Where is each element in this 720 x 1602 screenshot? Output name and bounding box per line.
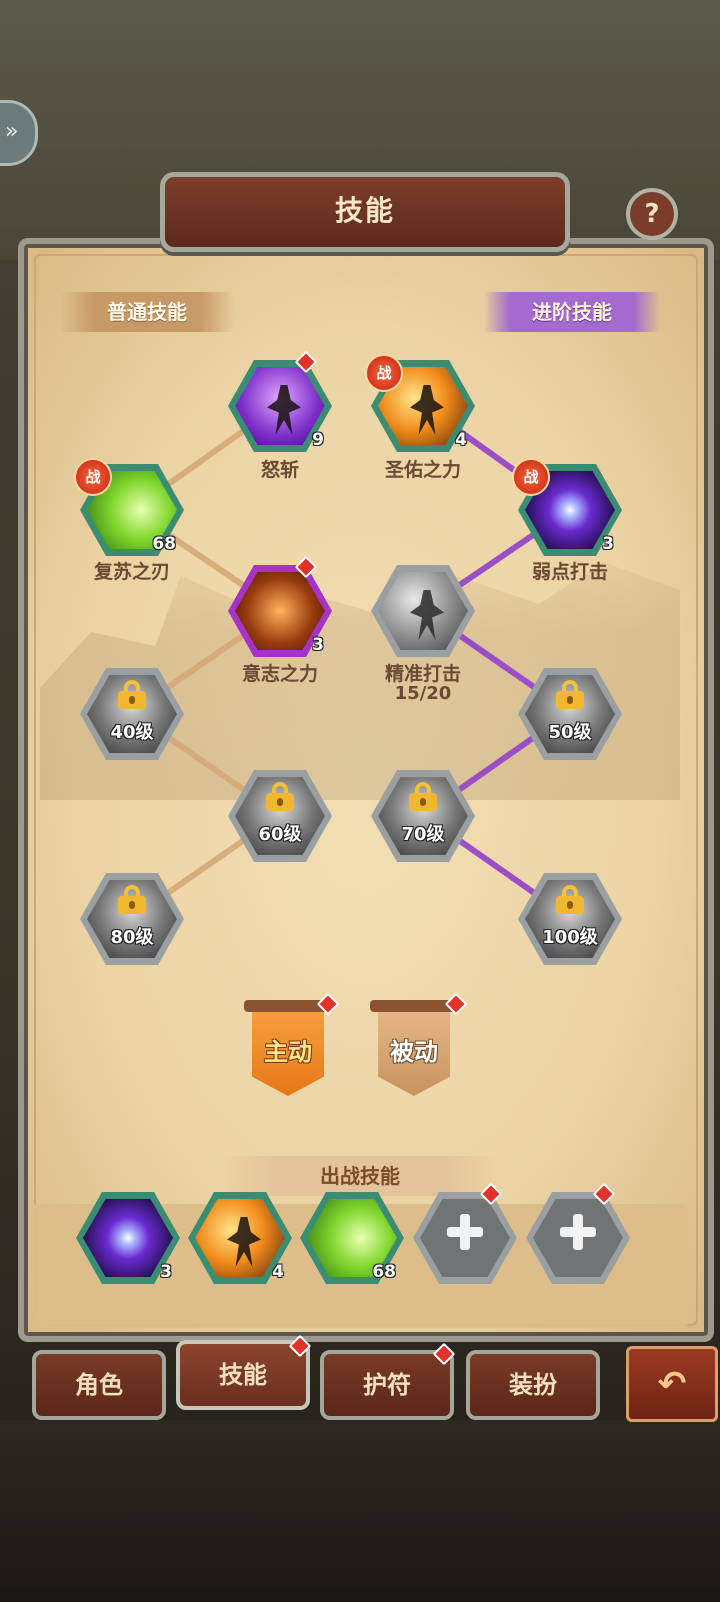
plus-icon (560, 1214, 596, 1250)
locked-skill-80[interactable]: 80级 (80, 873, 184, 965)
normal-skills-label: 普通技能 (107, 300, 187, 324)
battle-slot-4-empty[interactable] (413, 1182, 517, 1284)
page-title: 技能 (334, 194, 395, 227)
skill-fusu[interactable]: 68 战 (74, 458, 184, 556)
unlock-level: 100级 (542, 927, 598, 948)
battle-skills-header: 出战技能 (220, 1156, 500, 1196)
unlock-level: 60级 (258, 824, 302, 845)
skill-name: 精准打击 (384, 663, 461, 685)
unlock-level: 70级 (401, 824, 445, 845)
advanced-skills-label: 进阶技能 (532, 300, 612, 324)
skill-level: 4 (272, 1262, 284, 1282)
battle-slot-5-empty[interactable] (526, 1182, 630, 1284)
locked-skill-100[interactable]: 100级 (518, 873, 622, 965)
skill-level: 68 (152, 534, 176, 554)
back-button[interactable]: ↶ (626, 1346, 718, 1422)
locked-skill-70[interactable]: 70级 (371, 770, 475, 862)
question-icon: ? (644, 199, 660, 229)
background-ground (0, 1420, 720, 1602)
normal-skills-ribbon[interactable]: 普通技能 (60, 292, 234, 332)
help-button[interactable]: ? (626, 188, 678, 240)
lock-icon (266, 782, 294, 811)
skill-level: 4 (455, 430, 467, 450)
skill-shengyou[interactable]: 4 战 (365, 354, 475, 452)
skill-nuzhan[interactable]: 9 (228, 350, 332, 452)
advanced-skills-ribbon[interactable]: 进阶技能 (484, 292, 660, 332)
skill-ruodian[interactable]: 3 战 (512, 458, 622, 556)
skill-level: 9 (312, 430, 324, 450)
unlock-level: 40级 (110, 722, 154, 743)
skill-level: 3 (602, 534, 614, 554)
unlock-level: 50级 (548, 722, 592, 743)
battle-slot-1[interactable]: 3 (76, 1192, 180, 1284)
title-banner: 技能 (160, 172, 570, 252)
plus-icon (447, 1214, 483, 1250)
tab-label: 角色 (75, 1371, 123, 1399)
tab-outfit[interactable]: 装扮 (466, 1350, 600, 1420)
lock-icon (118, 680, 146, 709)
tab-label: 护符 (363, 1371, 411, 1399)
passive-label: 被动 (390, 1038, 438, 1066)
locked-skill-60[interactable]: 60级 (228, 770, 332, 862)
tab-skills[interactable]: 技能 (176, 1334, 312, 1410)
skill-jingzhun[interactable] (371, 565, 475, 657)
locked-skill-40[interactable]: 40级 (80, 668, 184, 760)
passive-skills-flag[interactable]: 被动 (370, 992, 468, 1096)
active-label: 主动 (264, 1038, 312, 1066)
battle-slot-3[interactable]: 68 (300, 1192, 404, 1284)
battle-badge: 战 (512, 458, 550, 496)
tab-label: 装扮 (509, 1371, 557, 1399)
skill-yizhi[interactable]: 3 (228, 555, 332, 657)
battle-slot-2[interactable]: 4 (188, 1192, 292, 1284)
back-arrow-icon: ↶ (657, 1364, 687, 1404)
flag-rod (370, 1000, 458, 1012)
skill-level: 68 (372, 1262, 396, 1282)
unlock-level: 80级 (110, 927, 154, 948)
tab-amulet[interactable]: 护符 (320, 1342, 456, 1420)
battle-badge: 战 (74, 458, 112, 496)
skill-name: 意志之力 (241, 663, 318, 685)
lock-icon (118, 885, 146, 914)
lock-icon (556, 885, 584, 914)
double-chevron-icon: » (5, 119, 19, 144)
lock-icon (409, 782, 437, 811)
skill-level: 3 (160, 1262, 172, 1282)
skill-name: 圣佑之力 (384, 459, 461, 481)
battle-badge: 战 (365, 354, 403, 392)
tab-label: 技能 (219, 1361, 267, 1389)
battle-skills-title: 出战技能 (320, 1164, 400, 1188)
locked-skill-50[interactable]: 50级 (518, 668, 622, 760)
skill-name: 怒斩 (260, 459, 299, 481)
skill-name: 复苏之刃 (93, 561, 170, 583)
tab-character[interactable]: 角色 (32, 1350, 166, 1420)
lock-icon (556, 680, 584, 709)
skill-progress: 15/20 (394, 683, 452, 704)
active-skills-flag[interactable]: 主动 (244, 992, 340, 1096)
skill-name: 弱点打击 (531, 561, 608, 583)
skill-level: 3 (312, 635, 324, 655)
